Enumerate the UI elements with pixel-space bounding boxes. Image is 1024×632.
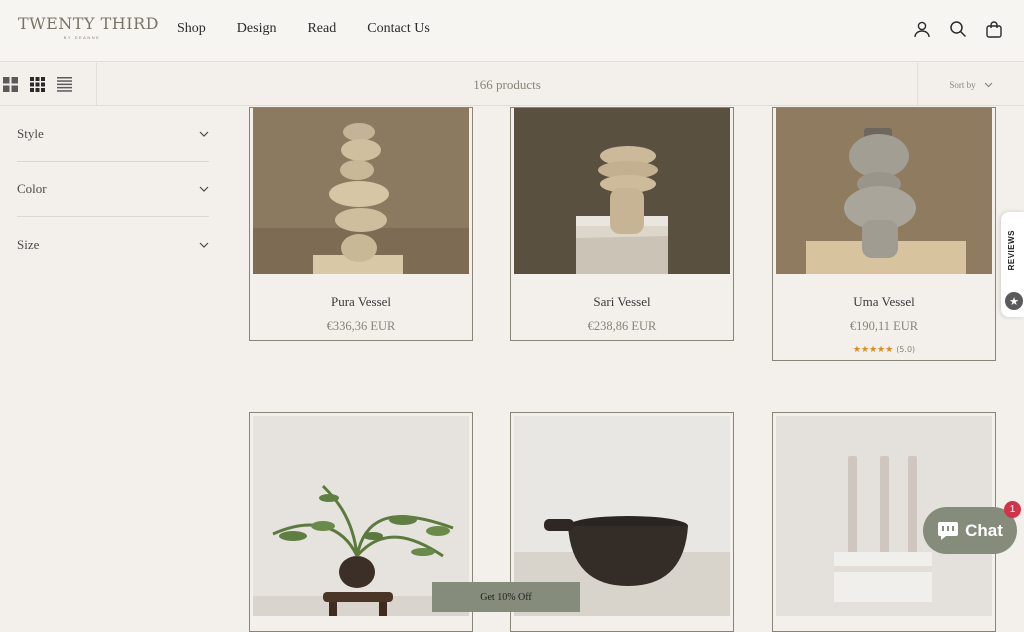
filter-sidebar: Style Color Size xyxy=(17,107,209,272)
chat-button[interactable]: Chat xyxy=(923,507,1017,554)
product-card[interactable]: Sari Vessel €238,86 EUR xyxy=(510,107,734,341)
filter-color[interactable]: Color xyxy=(17,162,209,217)
filter-style[interactable]: Style xyxy=(17,107,209,162)
bag-icon[interactable] xyxy=(984,19,1004,39)
filter-label: Size xyxy=(17,236,40,252)
rating-stars: ★★★★★ (5.0) xyxy=(773,345,995,355)
chevron-down-icon xyxy=(199,131,209,137)
product-title[interactable]: Pura Vessel xyxy=(250,294,472,310)
chevron-down-icon xyxy=(199,186,209,192)
product-price: €190,11 EUR xyxy=(849,319,919,333)
chevron-down-icon xyxy=(984,82,993,87)
product-price: €238,86 EUR xyxy=(587,319,657,333)
product-image[interactable] xyxy=(514,108,730,274)
header-icons xyxy=(912,19,1004,39)
reviews-tab[interactable]: REVIEWS ★ xyxy=(1001,212,1024,317)
search-icon[interactable] xyxy=(948,19,968,39)
nav-item-design[interactable]: Design xyxy=(237,21,277,37)
product-image[interactable] xyxy=(253,108,469,274)
star-icon: ★ xyxy=(1005,292,1023,310)
site-header: Twenty Third BY DEANNE Shop Design Read … xyxy=(0,0,1024,62)
product-count: 166 products xyxy=(473,76,541,92)
brand-logo[interactable]: Twenty Third BY DEANNE xyxy=(18,14,159,40)
rating-value: (5.0) xyxy=(896,345,916,354)
grid-large-icon[interactable] xyxy=(3,77,18,92)
view-toggles xyxy=(0,63,97,106)
nav-item-read[interactable]: Read xyxy=(307,21,336,37)
chevron-down-icon xyxy=(199,242,209,248)
product-title[interactable]: Uma Vessel xyxy=(773,294,995,310)
account-icon[interactable] xyxy=(912,19,932,39)
sort-dropdown[interactable]: Sort by xyxy=(917,63,1024,106)
brand-name: Twenty Third xyxy=(18,14,159,33)
nav-item-shop[interactable]: Shop xyxy=(177,21,206,37)
collection-toolbar: 166 products Sort by xyxy=(0,63,1024,106)
chat-label: Chat xyxy=(965,520,1003,540)
reviews-label: REVIEWS xyxy=(1007,230,1016,271)
chat-notification-badge: 1 xyxy=(1004,501,1021,518)
filter-size[interactable]: Size xyxy=(17,217,209,272)
product-card[interactable]: Uma Vessel €190,11 EUR ★★★★★ (5.0) xyxy=(772,107,996,361)
sort-label: Sort by xyxy=(949,79,976,90)
filter-label: Color xyxy=(17,181,47,196)
product-title[interactable]: Sari Vessel xyxy=(511,294,733,310)
filter-label: Style xyxy=(17,126,44,141)
product-price: €336,36 EUR xyxy=(326,319,396,333)
product-card[interactable]: Pura Vessel €336,36 EUR xyxy=(249,107,473,341)
product-image[interactable] xyxy=(776,108,992,274)
grid-small-icon[interactable] xyxy=(30,77,45,92)
main-nav: Shop Design Read Contact Us xyxy=(177,21,430,37)
chat-bubble-icon xyxy=(938,521,959,540)
promo-button[interactable]: Get 10% Off xyxy=(432,582,580,612)
list-view-icon[interactable] xyxy=(57,77,72,92)
nav-item-contact[interactable]: Contact Us xyxy=(367,21,430,37)
brand-tagline: BY DEANNE xyxy=(63,35,101,40)
star-icons: ★★★★★ xyxy=(852,345,894,355)
